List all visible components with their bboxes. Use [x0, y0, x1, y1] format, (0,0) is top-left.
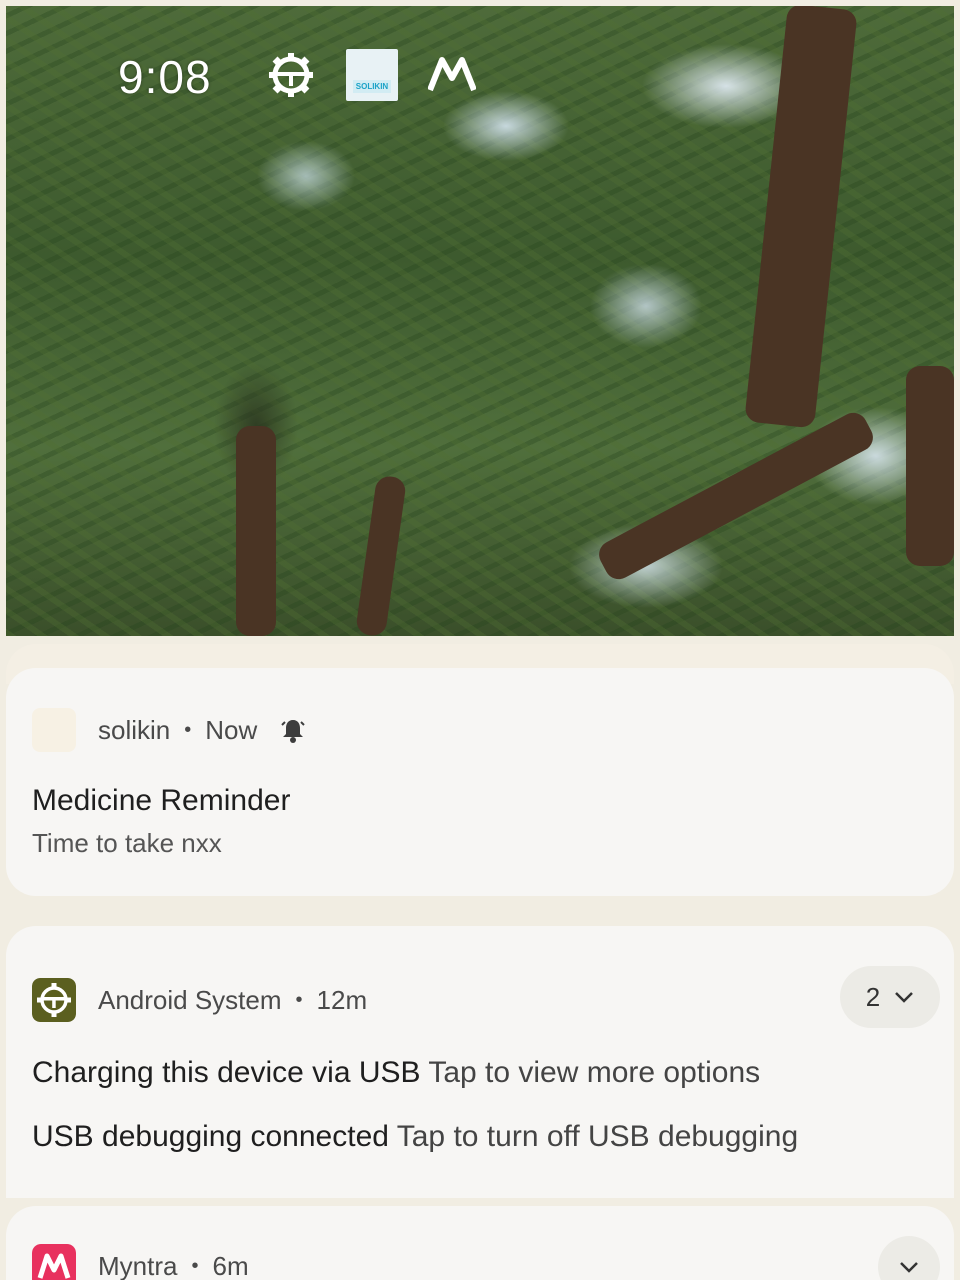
notification-line-secondary: Tap to turn off USB debugging: [396, 1120, 799, 1153]
chevron-down-icon: [895, 992, 914, 1003]
notification-line[interactable]: USB debugging connected Tap to turn off …: [32, 1120, 798, 1154]
solikin-app-label: SOLIKIN: [352, 80, 392, 93]
notification-header: Android System • 12m: [32, 978, 367, 1022]
notification-medicine-reminder[interactable]: solikin • Now Medicine Reminder Time to …: [6, 668, 954, 896]
notification-title: Medicine Reminder: [32, 784, 291, 817]
separator-dot: •: [191, 1254, 199, 1277]
notification-app-name: Myntra: [98, 1250, 178, 1280]
status-bar-clock: 9:08: [118, 51, 212, 103]
notification-time: 6m: [212, 1250, 249, 1280]
notification-header: solikin • Now: [32, 708, 307, 752]
solikin-app-icon: SOLIKIN: [346, 49, 398, 101]
wallpaper-branch: [744, 6, 858, 429]
notification-line-primary: Charging this device via USB: [32, 1056, 421, 1089]
notification-header: Myntra • 6m: [32, 1244, 249, 1280]
separator-dot: •: [184, 718, 192, 741]
notification-count: 2: [865, 981, 881, 1012]
myntra-m-icon: [428, 57, 476, 92]
bell-alert-icon: [281, 720, 305, 743]
myntra-app-icon: [32, 1244, 76, 1280]
wallpaper-branch: [594, 407, 878, 585]
notification-myntra[interactable]: Myntra • 6m: [6, 1206, 954, 1280]
notification-body: Time to take nxx: [32, 828, 222, 858]
android-system-gear-icon: [32, 978, 76, 1022]
notification-app-name: solikin: [98, 714, 171, 745]
solikin-app-icon: [32, 708, 76, 752]
wallpaper-branch: [906, 366, 954, 566]
expand-button[interactable]: 2: [840, 966, 940, 1028]
notification-line-secondary: Tap to view more options: [428, 1056, 761, 1089]
notification-android-system[interactable]: Android System • 12m 2 Charging this dev…: [6, 926, 954, 1198]
wallpaper-image: 9:08 SOLIKIN: [6, 6, 954, 636]
notification-line[interactable]: Charging this device via USB Tap to view…: [32, 1056, 760, 1090]
separator-dot: •: [295, 988, 303, 1011]
chevron-down-icon: [900, 1262, 918, 1273]
notification-time: Now: [205, 714, 258, 745]
wallpaper-branch: [236, 426, 276, 636]
screen: 9:08 SOLIKIN solikin • Now Medicine Remi…: [0, 0, 960, 1280]
gear-icon: [269, 53, 313, 97]
notification-line-primary: USB debugging connected: [32, 1120, 389, 1153]
wallpaper-branch: [355, 474, 407, 636]
notification-app-name: Android System: [98, 984, 282, 1015]
expand-button[interactable]: [878, 1236, 940, 1280]
notification-time: 12m: [316, 984, 368, 1015]
